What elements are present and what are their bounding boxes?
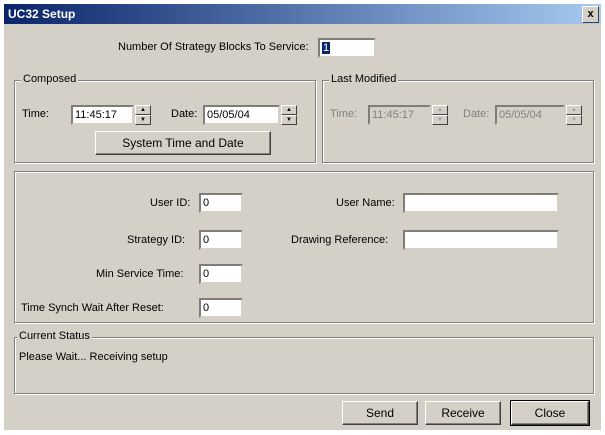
drawing-reference-input[interactable]: [403, 230, 559, 250]
spin-up-icon: ▲: [432, 105, 448, 115]
last-modified-group: Last Modified Time: 11:45:17 ▲ ▼ Date: 0…: [322, 73, 594, 163]
receive-button[interactable]: Receive: [425, 401, 501, 425]
spin-down-icon[interactable]: ▼: [281, 115, 297, 125]
send-button[interactable]: Send: [342, 401, 418, 425]
spin-up-icon[interactable]: ▲: [281, 105, 297, 115]
last-modified-date-label: Date:: [463, 108, 490, 120]
window-title: UC32 Setup: [8, 7, 76, 21]
composed-legend: Composed: [21, 73, 79, 85]
close-button[interactable]: Close: [510, 400, 590, 426]
user-name-input[interactable]: [403, 193, 559, 213]
status-text: Please Wait... Receiving setup: [19, 351, 168, 363]
user-id-label: User ID:: [150, 197, 191, 209]
spin-down-icon: ▼: [432, 115, 448, 125]
spin-up-icon: ▲: [566, 105, 582, 115]
strategy-id-label: Strategy ID:: [127, 234, 186, 246]
last-modified-time-spinner: ▲ ▼: [432, 105, 448, 125]
spin-up-icon[interactable]: ▲: [135, 105, 151, 115]
last-modified-date-input: 05/05/04: [495, 105, 565, 125]
min-service-time-label: Min Service Time:: [96, 268, 184, 280]
last-modified-time-input: 11:45:17: [368, 105, 431, 125]
strategy-blocks-input[interactable]: 1: [318, 38, 376, 58]
strategy-blocks-value: 1: [322, 42, 331, 54]
composed-group: Composed Time: 11:45:17 ▲ ▼ Date: 05/05/…: [14, 73, 316, 163]
composed-date-spinner[interactable]: ▲ ▼: [281, 105, 297, 125]
strategy-blocks-label: Number Of Strategy Blocks To Service:: [118, 41, 309, 53]
time-synch-label: Time Synch Wait After Reset:: [21, 302, 164, 314]
spin-down-icon: ▼: [566, 115, 582, 125]
time-synch-input[interactable]: 0: [199, 298, 243, 318]
composed-time-label: Time:: [22, 108, 50, 120]
title-bar[interactable]: UC32 Setup x: [4, 4, 601, 24]
composed-time-spinner[interactable]: ▲ ▼: [135, 105, 151, 125]
user-id-input[interactable]: 0: [199, 193, 243, 213]
current-status-group: Current Status Please Wait... Receiving …: [14, 330, 594, 394]
last-modified-legend: Last Modified: [329, 73, 399, 85]
min-service-time-input[interactable]: 0: [199, 264, 243, 284]
status-legend: Current Status: [17, 330, 92, 342]
system-time-date-button[interactable]: System Time and Date: [95, 131, 271, 155]
composed-date-label: Date:: [171, 108, 198, 120]
strategy-id-input[interactable]: 0: [199, 230, 243, 250]
drawing-reference-label: Drawing Reference:: [291, 234, 389, 246]
setup-fields-panel: User ID: 0 Strategy ID: 0 Min Service Ti…: [14, 171, 594, 323]
close-icon[interactable]: x: [582, 6, 599, 23]
composed-time-input[interactable]: 11:45:17: [71, 105, 134, 125]
composed-date-input[interactable]: 05/05/04: [203, 105, 280, 125]
last-modified-date-spinner: ▲ ▼: [566, 105, 582, 125]
spin-down-icon[interactable]: ▼: [135, 115, 151, 125]
setup-dialog: UC32 Setup x Number Of Strategy Blocks T…: [4, 4, 601, 430]
user-name-label: User Name:: [336, 197, 395, 209]
last-modified-time-label: Time:: [330, 108, 358, 120]
